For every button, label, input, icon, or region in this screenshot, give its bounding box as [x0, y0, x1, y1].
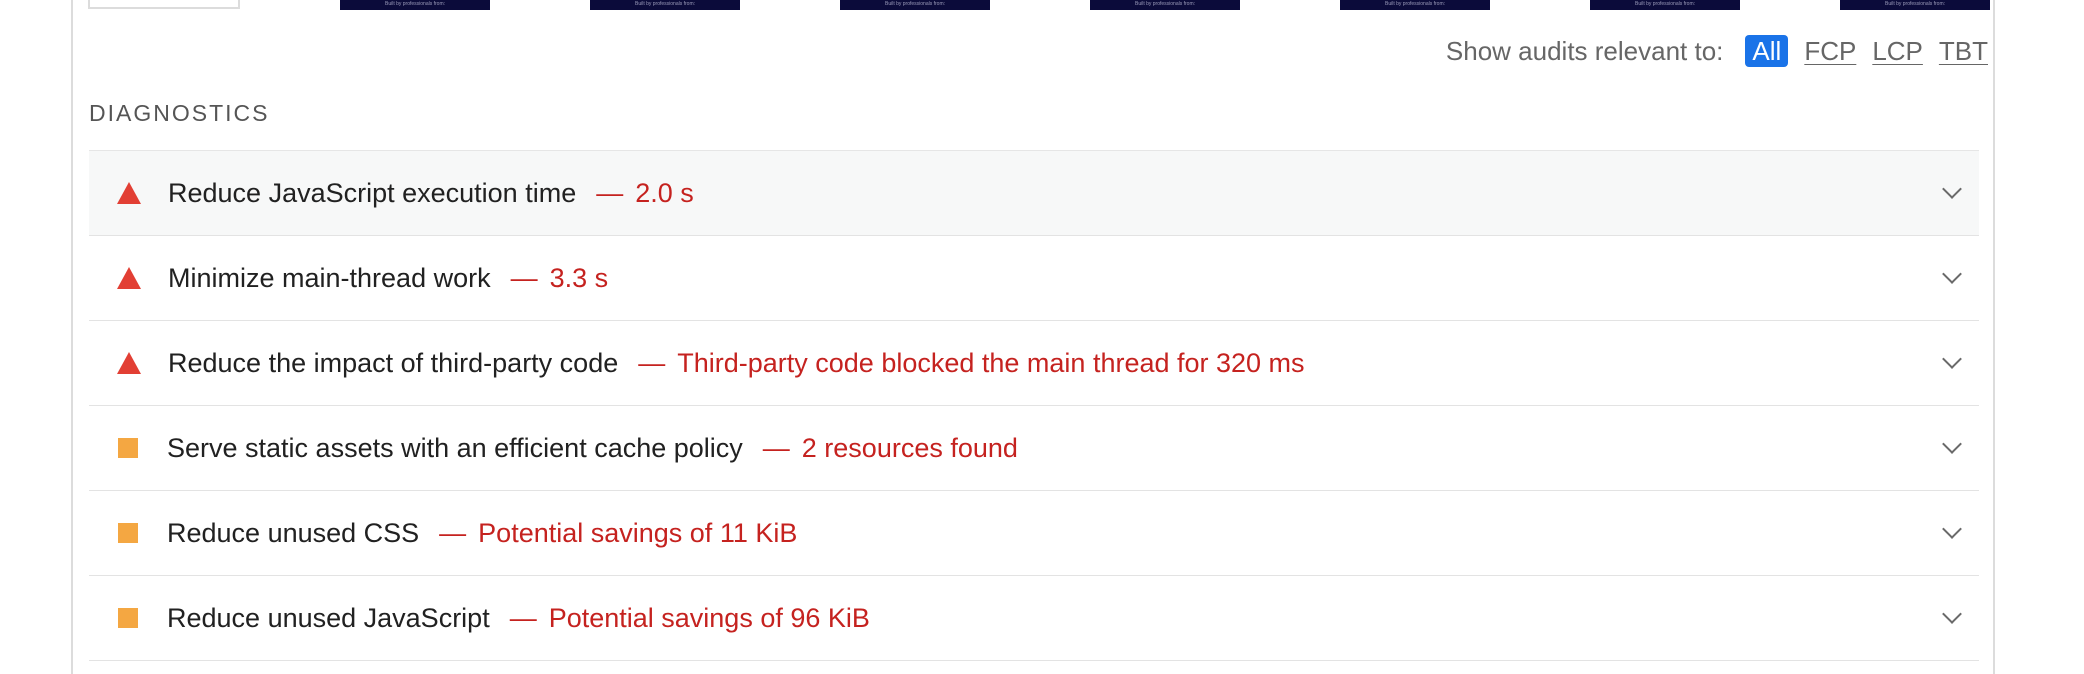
filmstrip-thumbnail: Built by professionals from:: [840, 0, 990, 10]
audit-separator: —: [509, 602, 537, 633]
filmstrip-thumbnail-caption: Built by professionals from:: [884, 1, 946, 7]
chevron-down-icon[interactable]: [1942, 179, 1962, 199]
audit-title: Reduce the impact of third-party code: [168, 347, 619, 378]
audit-separator: —: [439, 517, 467, 548]
audit-display-value: Third-party code blocked the main thread…: [677, 347, 1305, 378]
filmstrip-thumbnail: Built by professionals from:: [340, 0, 490, 10]
audit-display-value: 2 resources found: [801, 432, 1018, 463]
chevron-down-icon[interactable]: [1942, 604, 1962, 624]
filter-label: Show audits relevant to:: [1445, 35, 1724, 66]
audit-row-main-thread-work[interactable]: Minimize main-thread work — 3.3 s: [89, 236, 1979, 321]
audit-row-unused-javascript[interactable]: Reduce unused JavaScript — Potential sav…: [89, 576, 1979, 661]
average-square-icon: [118, 608, 138, 628]
filmstrip-frame-placeholder: [88, 0, 240, 9]
filter-chip-all[interactable]: All: [1745, 35, 1789, 67]
audit-row-javascript-execution-time[interactable]: Reduce JavaScript execution time — 2.0 s: [89, 151, 1979, 236]
audit-title: Serve static assets with an efficient ca…: [167, 432, 743, 463]
audit-separator: —: [762, 432, 790, 463]
lighthouse-report: Built by professionals from: Built by pr…: [0, 0, 2084, 674]
audit-row-cache-policy[interactable]: Serve static assets with an efficient ca…: [89, 406, 1979, 491]
filmstrip-thumbnail-caption: Built by professionals from:: [1384, 1, 1446, 7]
chevron-down-icon[interactable]: [1942, 519, 1962, 539]
report-border-left: [71, 0, 73, 674]
report-border-right: [1993, 0, 1995, 674]
filter-chip-fcp[interactable]: FCP: [1804, 36, 1856, 67]
filter-chip-tbt[interactable]: TBT: [1939, 36, 1988, 67]
chevron-down-icon[interactable]: [1942, 264, 1962, 284]
filmstrip-thumbnail: Built by professionals from:: [590, 0, 740, 10]
audit-separator: —: [510, 262, 538, 293]
audit-title: Reduce JavaScript execution time: [168, 177, 577, 208]
filmstrip-thumbnail-caption: Built by professionals from:: [384, 1, 446, 7]
audit-title: Reduce unused CSS: [167, 517, 420, 548]
filmstrip-thumbnail: Built by professionals from:: [1340, 0, 1490, 10]
filter-chip-lcp[interactable]: LCP: [1872, 36, 1923, 67]
filmstrip-thumbnail-caption: Built by professionals from:: [1134, 1, 1196, 7]
audit-row-unused-css[interactable]: Reduce unused CSS — Potential savings of…: [89, 491, 1979, 576]
audit-title: Reduce unused JavaScript: [167, 602, 490, 633]
filmstrip-thumbnail-caption: Built by professionals from:: [1634, 1, 1696, 7]
chevron-down-icon[interactable]: [1942, 434, 1962, 454]
filmstrip-thumbnail: Built by professionals from:: [1590, 0, 1740, 10]
audit-row-third-party-summary[interactable]: Reduce the impact of third-party code — …: [89, 321, 1979, 406]
audit-separator: —: [596, 177, 624, 208]
filmstrip: Built by professionals from: Built by pr…: [88, 0, 1990, 12]
average-square-icon: [118, 523, 138, 543]
filmstrip-thumbnail: Built by professionals from:: [1090, 0, 1240, 10]
fail-triangle-icon: [117, 267, 141, 289]
audit-display-value: Potential savings of 96 KiB: [548, 602, 870, 633]
audit-display-value: Potential savings of 11 KiB: [478, 517, 798, 548]
filmstrip-thumbnail-caption: Built by professionals from:: [634, 1, 696, 7]
filmstrip-thumbnail-caption: Built by professionals from:: [1884, 1, 1946, 7]
audit-separator: —: [638, 347, 666, 378]
diagnostics-audit-list: Reduce JavaScript execution time — 2.0 s…: [89, 150, 1979, 661]
audit-display-value: 3.3 s: [549, 262, 609, 293]
fail-triangle-icon: [117, 352, 141, 374]
average-square-icon: [118, 438, 138, 458]
audit-filter-bar: Show audits relevant to: All FCP LCP TBT: [1446, 34, 1988, 68]
chevron-down-icon[interactable]: [1942, 349, 1962, 369]
audit-display-value: 2.0 s: [635, 177, 694, 208]
audit-title: Minimize main-thread work: [168, 262, 491, 293]
filmstrip-thumbnail: Built by professionals from:: [1840, 0, 1990, 10]
diagnostics-heading: DIAGNOSTICS: [89, 100, 270, 126]
fail-triangle-icon: [117, 182, 141, 204]
